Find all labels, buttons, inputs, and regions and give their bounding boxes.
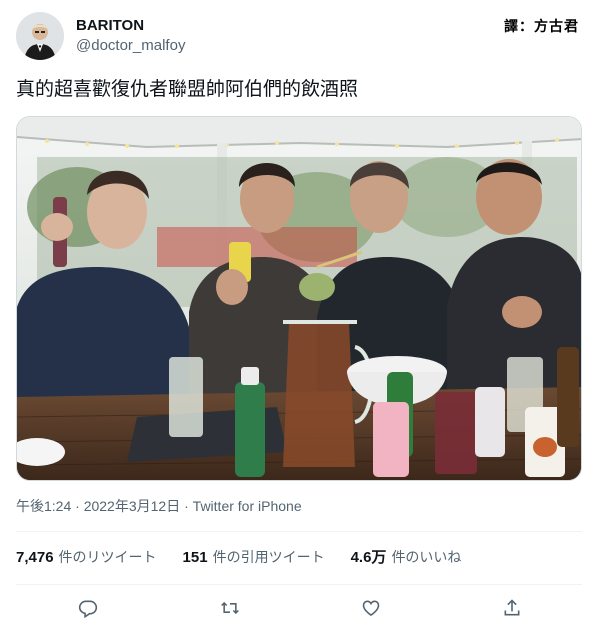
tweet-header: BARITON @doctor_malfoy 譯：方古君: [16, 12, 582, 62]
tweet-time[interactable]: 午後1:24: [16, 498, 71, 514]
retweet-button[interactable]: [216, 594, 244, 622]
quotes-stat[interactable]: 151 件の引用ツイート: [183, 546, 325, 570]
quotes-count: 151: [182, 549, 208, 566]
divider: [16, 584, 582, 585]
retweets-label: 件のリツイート: [58, 550, 157, 566]
quotes-label: 件の引用ツイート: [212, 550, 325, 566]
tweet-actions: [16, 594, 582, 622]
photo-illustration: [17, 117, 581, 480]
likes-stat[interactable]: 4.6万 件のいいね: [351, 546, 462, 570]
retweets-stat[interactable]: 7,476 件のリツイート: [16, 546, 157, 570]
display-name[interactable]: BARITON: [76, 16, 185, 35]
tweet-source[interactable]: Twitter for iPhone: [193, 498, 302, 514]
translator-watermark: 譯：方古君: [501, 16, 582, 38]
likes-label: 件のいいね: [391, 550, 462, 566]
retweet-icon: [221, 601, 239, 615]
like-icon: [362, 600, 380, 617]
user-handle[interactable]: @doctor_malfoy: [76, 36, 185, 56]
tweet-text: 真的超喜歡復仇者聯盟帥阿伯們的飲酒照: [16, 78, 359, 100]
tweet-date[interactable]: 2022年3月12日: [84, 498, 181, 514]
share-icon: [504, 599, 520, 616]
tweet-photo[interactable]: [16, 116, 582, 481]
share-button[interactable]: [498, 594, 526, 622]
avatar[interactable]: [16, 12, 64, 60]
likes-count: 4.6万: [350, 549, 387, 566]
tweet-stats: 7,476 件のリツイート 151 件の引用ツイート 4.6万 件のいいね: [16, 546, 487, 570]
retweets-count: 7,476: [16, 549, 54, 566]
reply-icon: [78, 600, 98, 618]
like-button[interactable]: [357, 594, 385, 622]
divider: [16, 531, 582, 532]
tweet-meta: 午後1:24 · 2022年3月12日 · Twitter for iPhone: [16, 496, 302, 516]
meta-separator: ·: [180, 498, 193, 514]
reply-button[interactable]: [74, 594, 102, 622]
meta-separator: ·: [71, 498, 84, 514]
